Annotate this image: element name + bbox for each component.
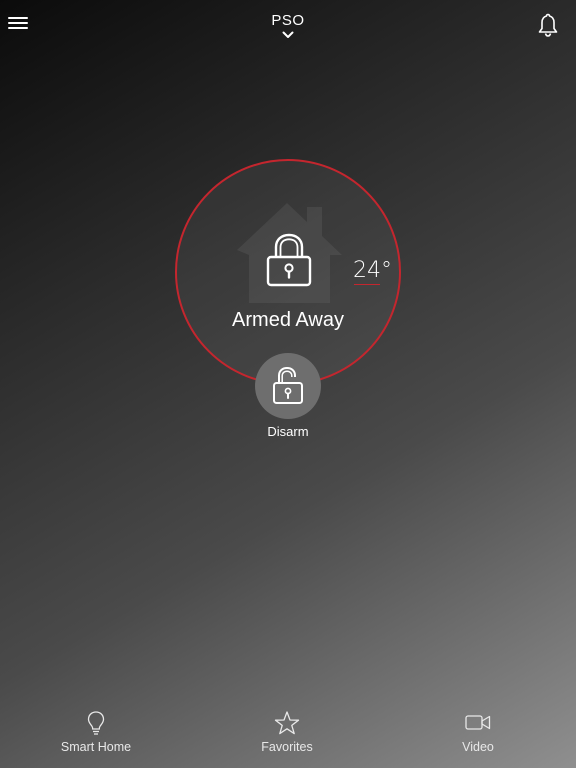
nav-smart-home[interactable]: Smart Home bbox=[36, 710, 156, 754]
menu-line bbox=[8, 17, 28, 19]
app-screen: PSO 24° Armed Away Disarm Smart Home Fav… bbox=[0, 0, 576, 768]
nav-label: Smart Home bbox=[60, 740, 132, 754]
hamburger-menu-icon[interactable] bbox=[8, 12, 30, 34]
location-selector[interactable]: PSO bbox=[238, 12, 338, 39]
menu-line bbox=[8, 27, 28, 29]
lightbulb-icon bbox=[87, 711, 105, 735]
disarm-label: Disarm bbox=[267, 424, 309, 439]
location-title: PSO bbox=[271, 12, 305, 29]
bell-icon[interactable] bbox=[536, 12, 560, 38]
nav-label: Video bbox=[462, 740, 494, 754]
bottom-nav: Smart Home Favorites Video bbox=[0, 710, 576, 768]
lock-open-icon bbox=[273, 366, 303, 404]
chevron-down-icon bbox=[282, 31, 294, 38]
temperature-underline bbox=[354, 284, 380, 285]
star-icon bbox=[274, 711, 300, 735]
menu-line bbox=[8, 22, 28, 24]
disarm-button[interactable] bbox=[255, 353, 321, 419]
video-camera-icon bbox=[465, 715, 491, 730]
nav-video[interactable]: Video bbox=[418, 710, 538, 754]
lock-closed-icon bbox=[266, 233, 312, 287]
arm-status-label: Armed Away bbox=[232, 309, 344, 331]
nav-favorites[interactable]: Favorites bbox=[227, 710, 347, 754]
security-status-panel[interactable]: 24° Armed Away bbox=[175, 159, 401, 385]
nav-label: Favorites bbox=[261, 740, 313, 754]
temperature-value: 24° bbox=[353, 258, 392, 283]
